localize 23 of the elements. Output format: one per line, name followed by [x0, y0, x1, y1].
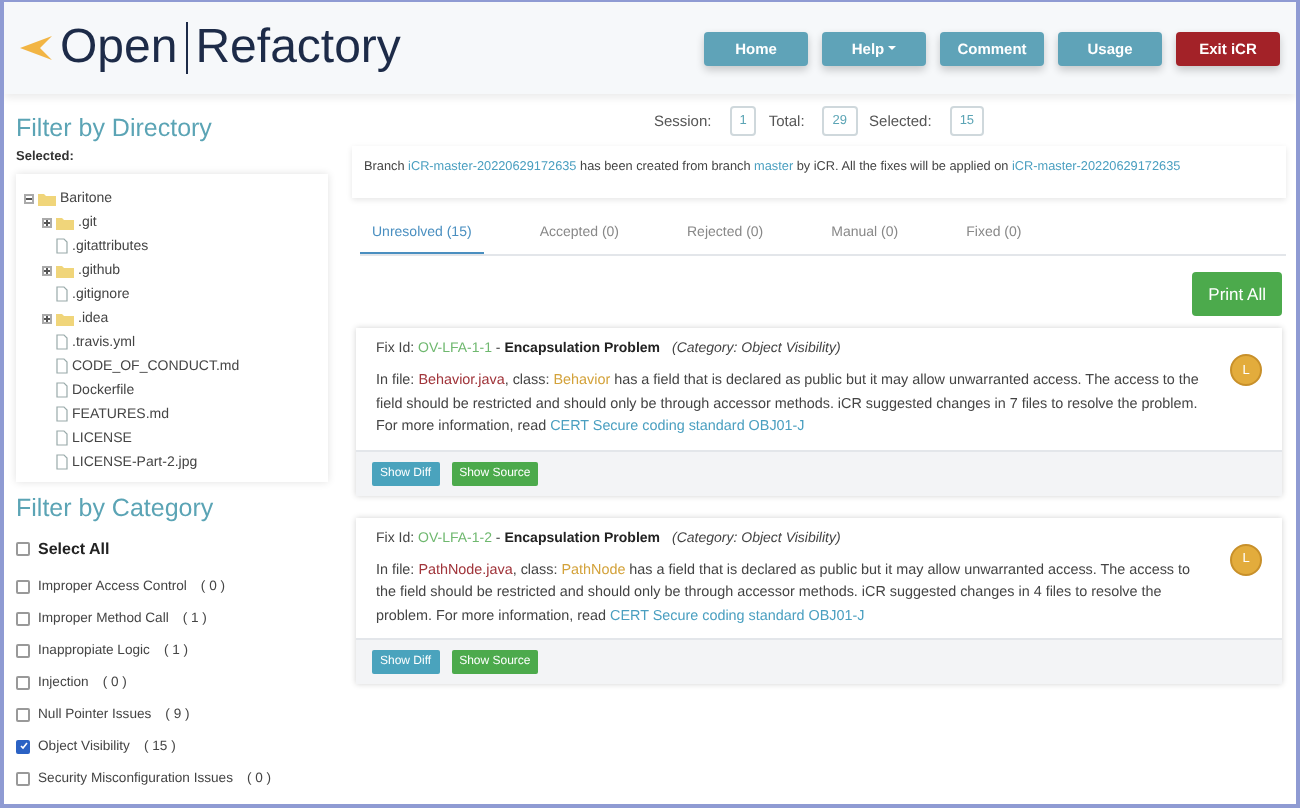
category-label: Select All [38, 539, 110, 557]
checkbox[interactable] [16, 739, 30, 753]
checkbox[interactable] [16, 541, 30, 555]
logo-icon [20, 36, 52, 60]
expand-icon[interactable] [42, 217, 52, 227]
section-heading: Filter by Category [16, 494, 216, 522]
file-icon [56, 286, 68, 302]
section-heading: Filter by Directory [16, 114, 214, 142]
checkbox[interactable] [16, 611, 30, 625]
logo-text: Refactory [195, 20, 401, 76]
checkbox[interactable] [16, 675, 30, 689]
checkbox[interactable] [16, 707, 30, 721]
folder-icon [56, 311, 74, 325]
logo-text: Open [60, 20, 178, 76]
print-all-button[interactable]: Print All [1192, 272, 1282, 316]
expand-icon[interactable] [42, 313, 52, 323]
expand-icon[interactable] [42, 265, 52, 275]
file-icon [56, 238, 68, 254]
checkbox[interactable] [16, 579, 30, 593]
checkbox[interactable] [16, 643, 30, 657]
collapse-icon[interactable] [24, 193, 34, 203]
checkbox[interactable] [16, 771, 30, 785]
folder-icon [56, 263, 74, 277]
